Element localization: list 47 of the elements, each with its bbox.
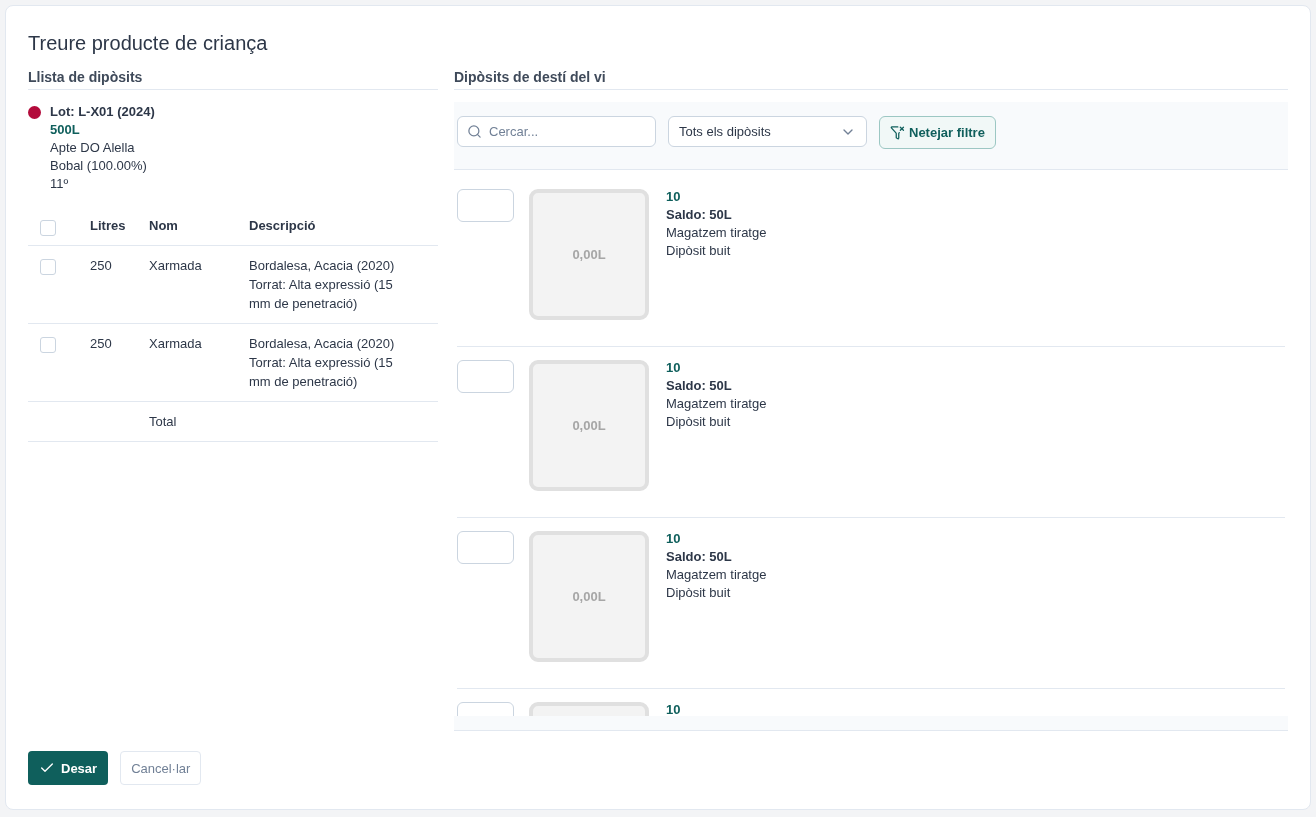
tank-status: Dipòsit buit xyxy=(666,243,732,258)
clear-filter-button[interactable]: Netejar filtre xyxy=(879,116,996,149)
tank-balance: Saldo: 50L xyxy=(666,549,733,564)
section-heading: Llista de dipòsits xyxy=(28,69,438,90)
tank-location: Magatzem tiratge xyxy=(666,567,767,582)
filter-off-icon xyxy=(890,125,905,140)
column-header: Nom xyxy=(149,218,178,233)
search-icon xyxy=(467,124,482,139)
column-header: Descripció xyxy=(249,218,316,233)
table-cell-text: Bordalesa, Acacia (2020) Torrat: Alta expressió (15 mm de penetració) xyxy=(249,256,396,313)
tank-drawing: 0,00L xyxy=(529,531,649,662)
tank-balance: Saldo: 50L xyxy=(666,207,733,222)
tank-number: 10 xyxy=(666,189,682,204)
tank-number: 10 xyxy=(666,360,682,375)
checkbox[interactable] xyxy=(40,337,56,354)
lot-name: Lot: L-X01 (2024) xyxy=(50,104,155,119)
tank-drawing: 0,00L xyxy=(529,360,649,491)
tank-balance: Saldo: 50L xyxy=(666,378,733,393)
tank-filter-dropdown[interactable]: Tots els dipòsits xyxy=(668,116,867,147)
lot-detail: 11º xyxy=(50,176,70,191)
tank-drawing: 0,00L xyxy=(529,189,649,320)
lot-detail: Bobal (100.00%) xyxy=(50,158,148,173)
dialog-title: Treure producte de criança xyxy=(28,32,269,55)
quantity-field[interactable] xyxy=(457,189,514,222)
quantity-field[interactable] xyxy=(457,531,514,564)
table-cell: 250 xyxy=(90,335,112,351)
lot-volume: 500L xyxy=(50,122,81,137)
tank-number: 10 xyxy=(666,531,682,546)
tank-status: Dipòsit buit xyxy=(666,414,732,429)
tank-location: Magatzem tiratge xyxy=(666,396,767,411)
table-cell: 250 xyxy=(90,257,112,273)
cancel-button[interactable]: Cancel·lar xyxy=(120,751,202,785)
checkbox[interactable] xyxy=(40,219,56,236)
tank-status: Dipòsit buit xyxy=(666,585,732,600)
tank-location: Magatzem tiratge xyxy=(666,225,767,240)
table-cell: Xarmada xyxy=(149,257,202,273)
table-cell: Xarmada xyxy=(149,335,202,351)
total-label: Total xyxy=(149,413,177,429)
tank-number: 10 xyxy=(666,702,681,716)
column-header: Litres xyxy=(90,218,126,233)
section-heading: Dipòsits de destí del vi xyxy=(454,69,1288,90)
search-field[interactable]: Cercar... xyxy=(457,116,656,147)
lot-detail: Apte DO Alella xyxy=(50,140,136,155)
checkbox[interactable] xyxy=(40,259,56,276)
save-button[interactable]: Desar xyxy=(28,751,109,785)
table-cell-text: Bordalesa, Acacia (2020) Torrat: Alta expressió (15 mm de penetració) xyxy=(249,334,396,391)
quantity-field[interactable] xyxy=(457,360,514,393)
